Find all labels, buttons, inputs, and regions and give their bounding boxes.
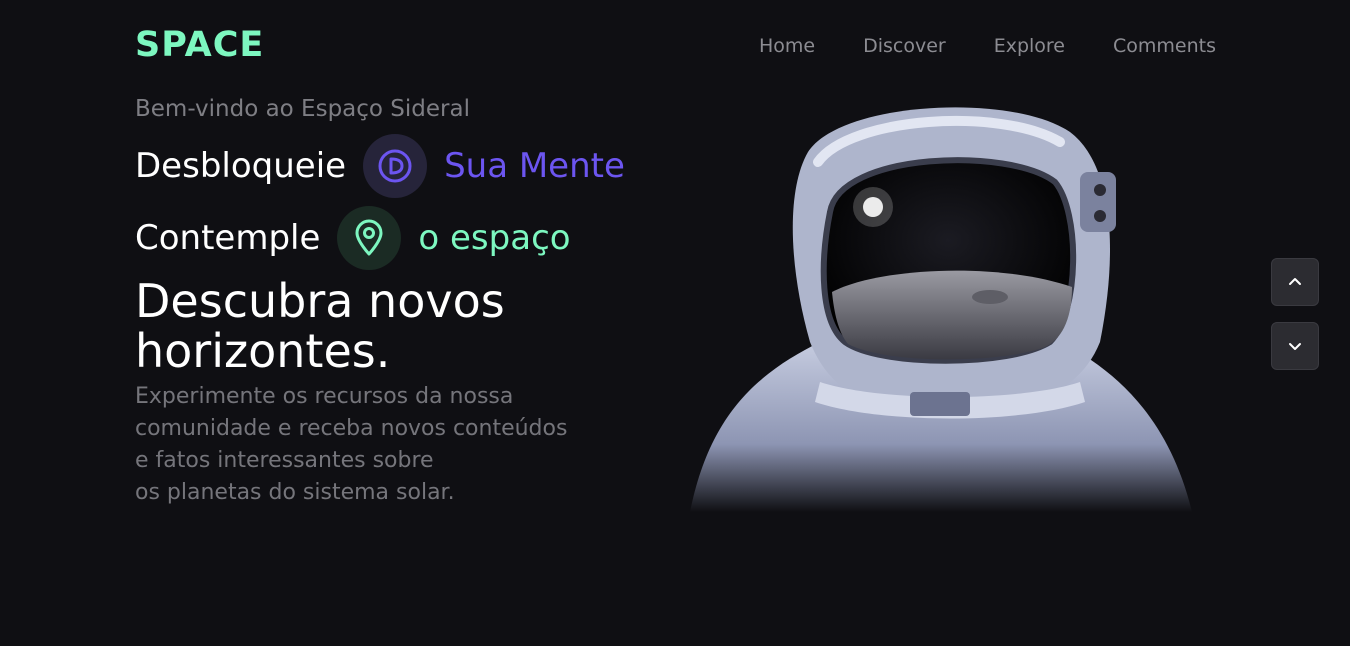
welcome-text: Bem-vindo ao Espaço Sideral — [135, 96, 470, 122]
contemplate-line: Contemple o espaço — [135, 206, 571, 270]
nav-explore[interactable]: Explore — [994, 33, 1065, 59]
chevron-down-icon — [1289, 343, 1301, 350]
unlock-word: Desbloqueie — [135, 146, 347, 186]
location-pin-icon — [337, 206, 402, 270]
nav-discover[interactable]: Discover — [863, 33, 946, 59]
logo[interactable]: SPACE — [135, 24, 264, 66]
astronaut-image — [680, 92, 1200, 522]
unlock-accent: Sua Mente — [444, 146, 625, 186]
scroll-down-button[interactable] — [1271, 322, 1319, 370]
brain-circle-icon — [363, 134, 428, 198]
main-nav: Home Discover Explore Comments — [759, 33, 1216, 59]
chevron-up-icon — [1289, 278, 1301, 285]
nav-home[interactable]: Home — [759, 33, 815, 59]
page: SPACE Home Discover Explore Comments Bem… — [0, 0, 1350, 646]
unlock-line: Desbloqueie Sua Mente — [135, 134, 625, 198]
contemplate-word: Contemple — [135, 218, 321, 258]
scroll-up-button[interactable] — [1271, 258, 1319, 306]
headline: Descubra novos horizontes. — [135, 274, 505, 378]
description: Experimente os recursos da nossa comunid… — [135, 384, 568, 505]
nav-comments[interactable]: Comments — [1113, 33, 1216, 59]
contemplate-accent: o espaço — [418, 218, 571, 258]
